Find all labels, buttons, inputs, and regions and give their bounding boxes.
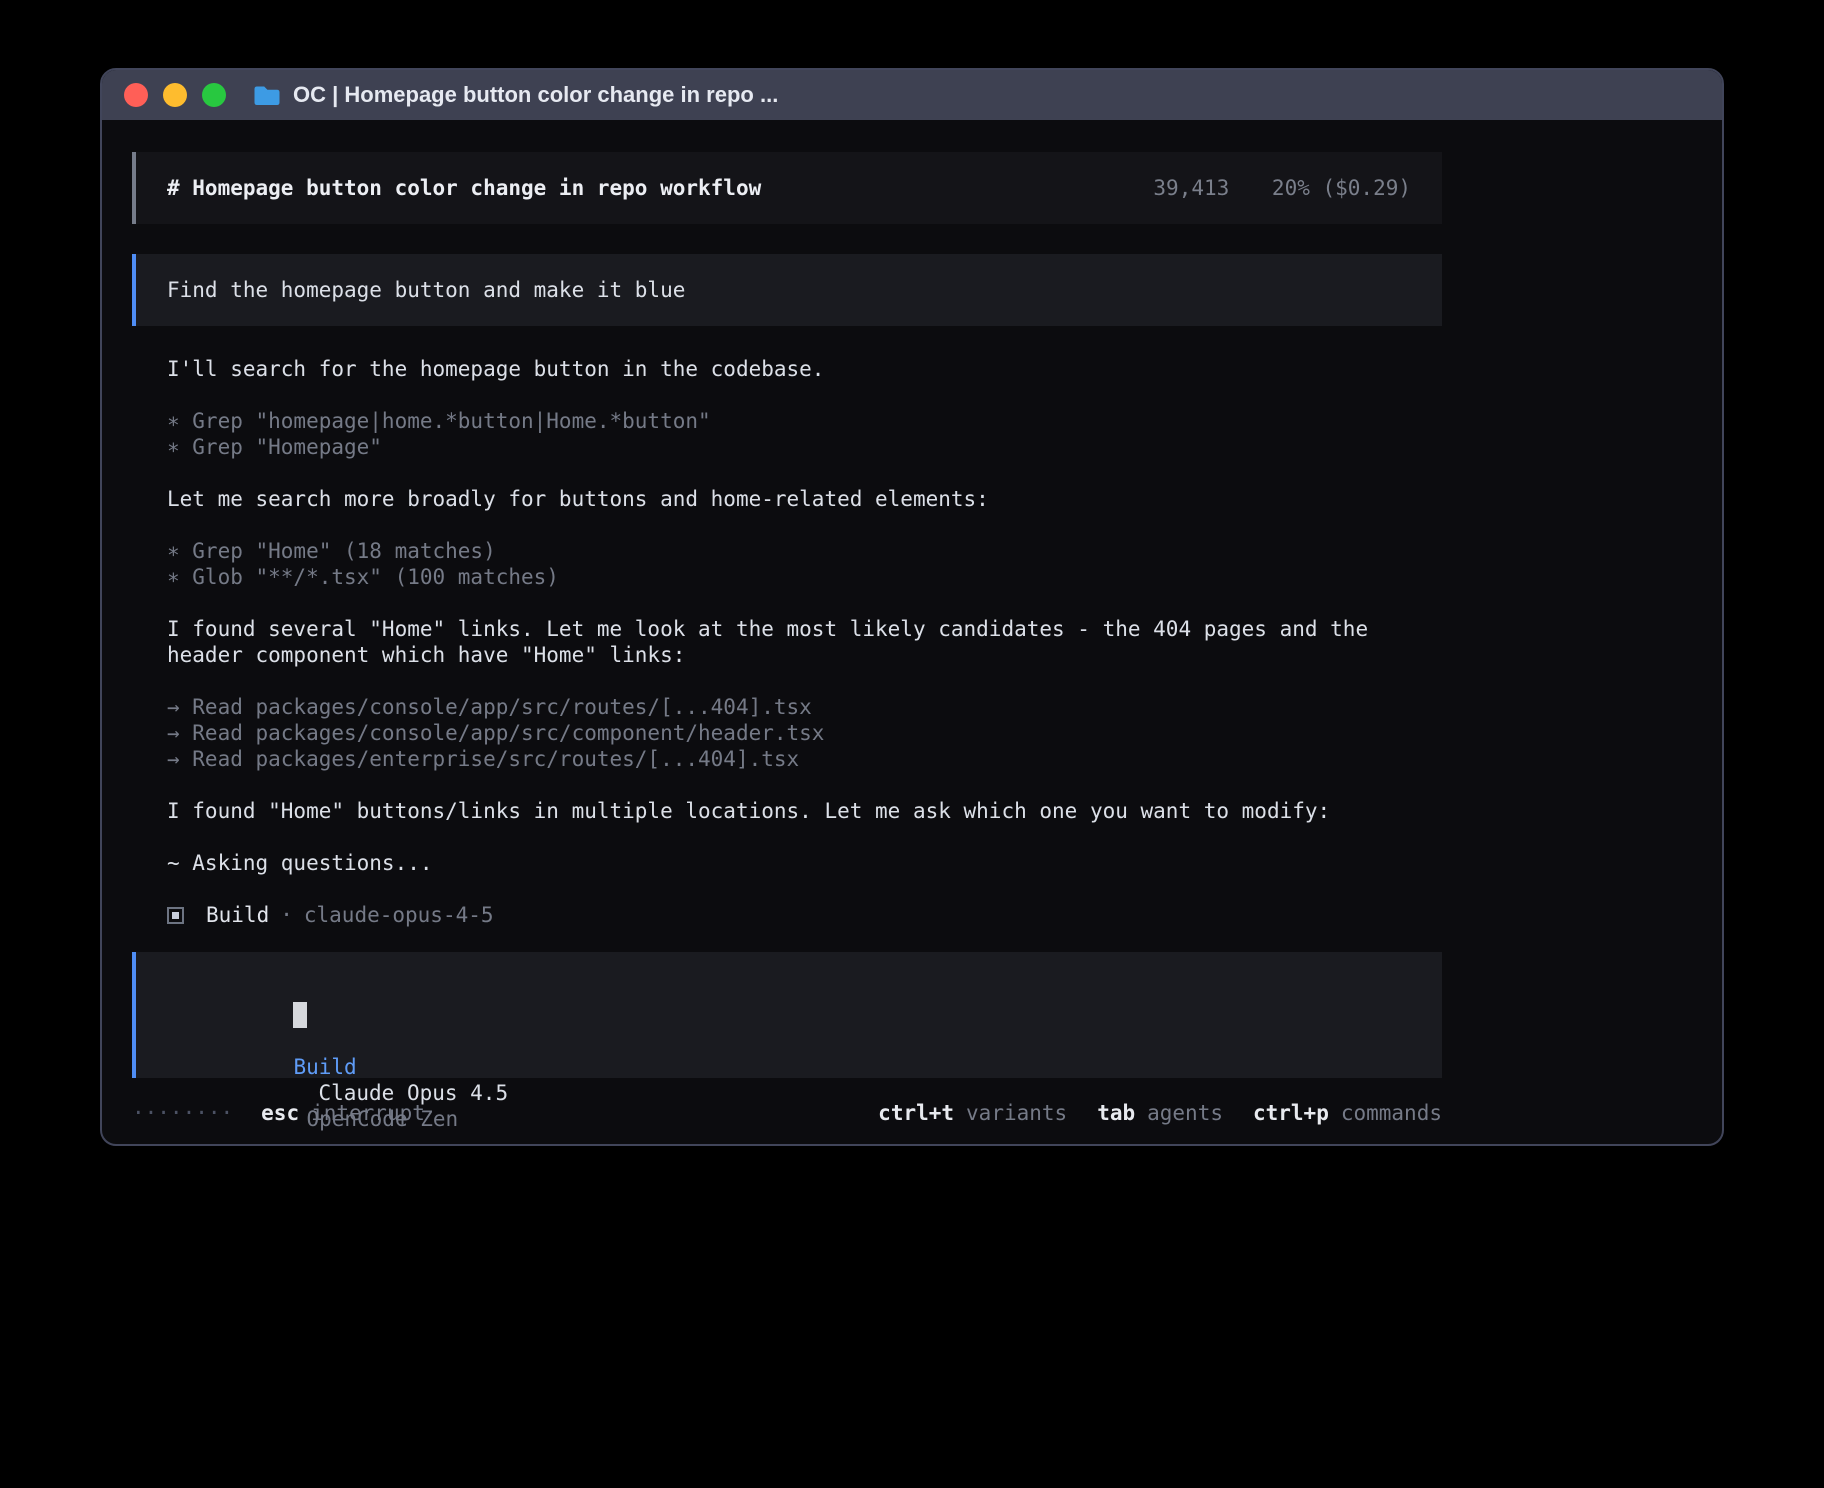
separator-dot: · xyxy=(280,902,293,928)
agent-model: claude-opus-4-5 xyxy=(304,902,494,928)
context-usage: 20% ($0.29) xyxy=(1272,176,1411,200)
assistant-text: Let me search more broadly for buttons a… xyxy=(167,486,1442,512)
user-message: Find the homepage button and make it blu… xyxy=(132,254,1442,326)
assistant-text: header component which have "Home" links… xyxy=(167,642,1442,668)
conversation: I'll search for the homepage button in t… xyxy=(132,356,1442,928)
agent-name: Build xyxy=(206,902,269,928)
assistant-paragraph: I found "Home" buttons/links in multiple… xyxy=(167,798,1442,824)
agent-status-row: Build · claude-opus-4-5 xyxy=(167,902,1442,928)
tool-call-read: → Read packages/enterprise/src/routes/[.… xyxy=(167,746,1442,772)
assistant-text: I found several "Home" links. Let me loo… xyxy=(167,616,1442,642)
agents-key-hint: tab xyxy=(1097,1100,1135,1126)
asking-questions-status: ~ Asking questions... xyxy=(167,850,1442,876)
tool-call-read: → Read packages/console/app/src/routes/[… xyxy=(167,694,1442,720)
agent-icon xyxy=(167,907,184,924)
tool-call-group: → Read packages/console/app/src/routes/[… xyxy=(167,694,1442,772)
tool-call-glob: ∗ Glob "**/*.tsx" (100 matches) xyxy=(167,564,1442,590)
tool-call-grep: ∗ Grep "homepage|home.*button|Home.*butt… xyxy=(167,408,1442,434)
spinner-dots: ········ xyxy=(132,1100,233,1126)
user-message-text: Find the homepage button and make it blu… xyxy=(167,278,685,302)
session-header: # Homepage button color change in repo w… xyxy=(132,152,1442,224)
esc-key-hint: esc xyxy=(261,1100,299,1126)
tool-call-read: → Read packages/console/app/src/componen… xyxy=(167,720,1442,746)
maximize-button[interactable] xyxy=(202,83,226,107)
tool-call-grep: ∗ Grep "Homepage" xyxy=(167,434,1442,460)
close-button[interactable] xyxy=(124,83,148,107)
assistant-text: I found "Home" buttons/links in multiple… xyxy=(167,798,1442,824)
variants-key-label: variants xyxy=(966,1100,1067,1126)
tool-call-group: ∗ Grep "homepage|home.*button|Home.*butt… xyxy=(167,408,1442,460)
folder-icon xyxy=(253,84,280,107)
assistant-paragraph: I'll search for the homepage button in t… xyxy=(167,356,1442,382)
assistant-paragraph: Let me search more broadly for buttons a… xyxy=(167,486,1442,512)
prompt-input[interactable]: Build Claude Opus 4.5 OpenCode Zen xyxy=(132,952,1442,1078)
window-title: OC | Homepage button color change in rep… xyxy=(293,82,778,108)
session-title: # Homepage button color change in repo w… xyxy=(167,175,761,201)
assistant-paragraph: I found several "Home" links. Let me loo… xyxy=(167,616,1442,668)
tool-call-group: ∗ Grep "Home" (18 matches) ∗ Glob "**/*.… xyxy=(167,538,1442,590)
tool-call-grep: ∗ Grep "Home" (18 matches) xyxy=(167,538,1442,564)
assistant-text: I'll search for the homepage button in t… xyxy=(167,356,1442,382)
variants-key-hint: ctrl+t xyxy=(878,1100,954,1126)
minimize-button[interactable] xyxy=(163,83,187,107)
terminal-window: OC | Homepage button color change in rep… xyxy=(100,68,1724,1146)
commands-key-hint: ctrl+p xyxy=(1253,1100,1329,1126)
terminal-content: # Homepage button color change in repo w… xyxy=(102,120,1722,1126)
esc-key-label: interrupt xyxy=(311,1100,425,1126)
mode-label[interactable]: Build xyxy=(293,1055,356,1079)
text-cursor xyxy=(293,1002,307,1028)
shortcut-hints: ctrl+t variants tab agents ctrl+p comman… xyxy=(878,1100,1442,1126)
session-stats: 39,413 20% ($0.29) xyxy=(1153,175,1411,201)
status-bar: ········ esc interrupt ctrl+t variants t… xyxy=(132,1100,1442,1126)
assistant-paragraph: ~ Asking questions... xyxy=(167,850,1442,876)
token-count: 39,413 xyxy=(1153,176,1229,200)
titlebar[interactable]: OC | Homepage button color change in rep… xyxy=(102,70,1722,120)
commands-key-label: commands xyxy=(1341,1100,1442,1126)
agents-key-label: agents xyxy=(1147,1100,1223,1126)
traffic-lights xyxy=(124,83,226,107)
